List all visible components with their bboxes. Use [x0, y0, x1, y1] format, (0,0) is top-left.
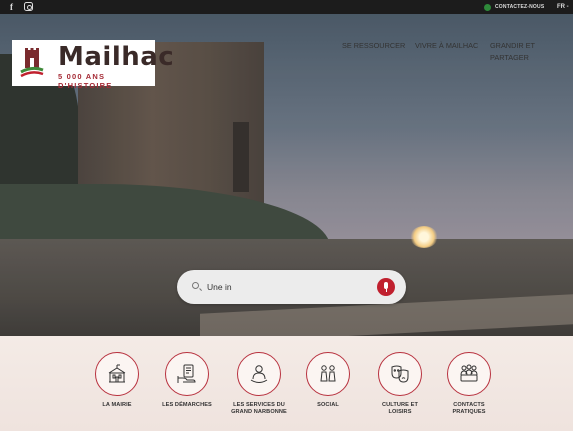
quick-access-les-demarches[interactable]: LES DÉMARCHES — [147, 352, 227, 428]
nav-item-grandir-et-partager[interactable]: GRANDIR ET PARTAGER — [490, 40, 573, 62]
nav-item-vivre-a-mailhac[interactable]: VIVRE À MAILHAC — [415, 40, 478, 52]
contact-link[interactable]: CONTACTEZ-NOUS — [484, 0, 544, 14]
instagram-icon[interactable] — [24, 2, 33, 11]
quick-access-label: SOCIAL — [317, 402, 339, 408]
quick-access-label: CONTACTS — [453, 402, 485, 408]
search-icon — [192, 282, 199, 289]
nav-item-se-ressourcer[interactable]: SE RESSOURCER — [342, 40, 405, 52]
search-bar — [177, 270, 406, 304]
people-icon — [320, 365, 336, 382]
quick-access-label: LA MAIRIE — [102, 402, 132, 408]
group-icon — [460, 364, 478, 382]
phone-icon — [484, 3, 491, 11]
top-bar: f CONTACTEZ-NOUS FR - — [0, 0, 573, 14]
search-input[interactable] — [207, 279, 367, 295]
logo-tagline: 5 000 ANS D'HISTOIRE — [58, 72, 113, 90]
quick-access-services-grand-narbonne[interactable]: LES SERVICES DU GRAND NARBONNE — [219, 352, 299, 428]
tower-emblem-icon — [20, 48, 44, 78]
facebook-icon[interactable]: f — [10, 1, 13, 13]
quick-access-la-mairie[interactable]: LA MAIRIE — [77, 352, 157, 428]
quick-access-label: CULTURE ET — [381, 402, 418, 408]
logo-name: Mailhac — [58, 42, 175, 72]
theater-masks-icon — [391, 365, 409, 383]
contact-label: CONTACTEZ-NOUS — [495, 4, 545, 10]
quick-access-contacts-pratiques[interactable]: CONTACTS PRATIQUES — [429, 352, 509, 428]
quick-access-label: LES DÉMARCHES — [162, 402, 212, 408]
town-hall-icon — [108, 364, 126, 383]
microphone-icon[interactable] — [377, 278, 395, 296]
quick-access-label: LES SERVICES DU — [233, 402, 285, 408]
person-service-icon — [250, 365, 268, 383]
language-selector[interactable]: FR - — [557, 0, 569, 14]
documents-hand-icon — [177, 364, 196, 383]
site-logo[interactable]: Mailhac 5 000 ANS D'HISTOIRE — [12, 40, 174, 90]
quick-access-culture-et-loisirs[interactable]: CULTURE ET LOISIRS — [360, 352, 440, 428]
quick-access-social[interactable]: SOCIAL — [288, 352, 368, 428]
